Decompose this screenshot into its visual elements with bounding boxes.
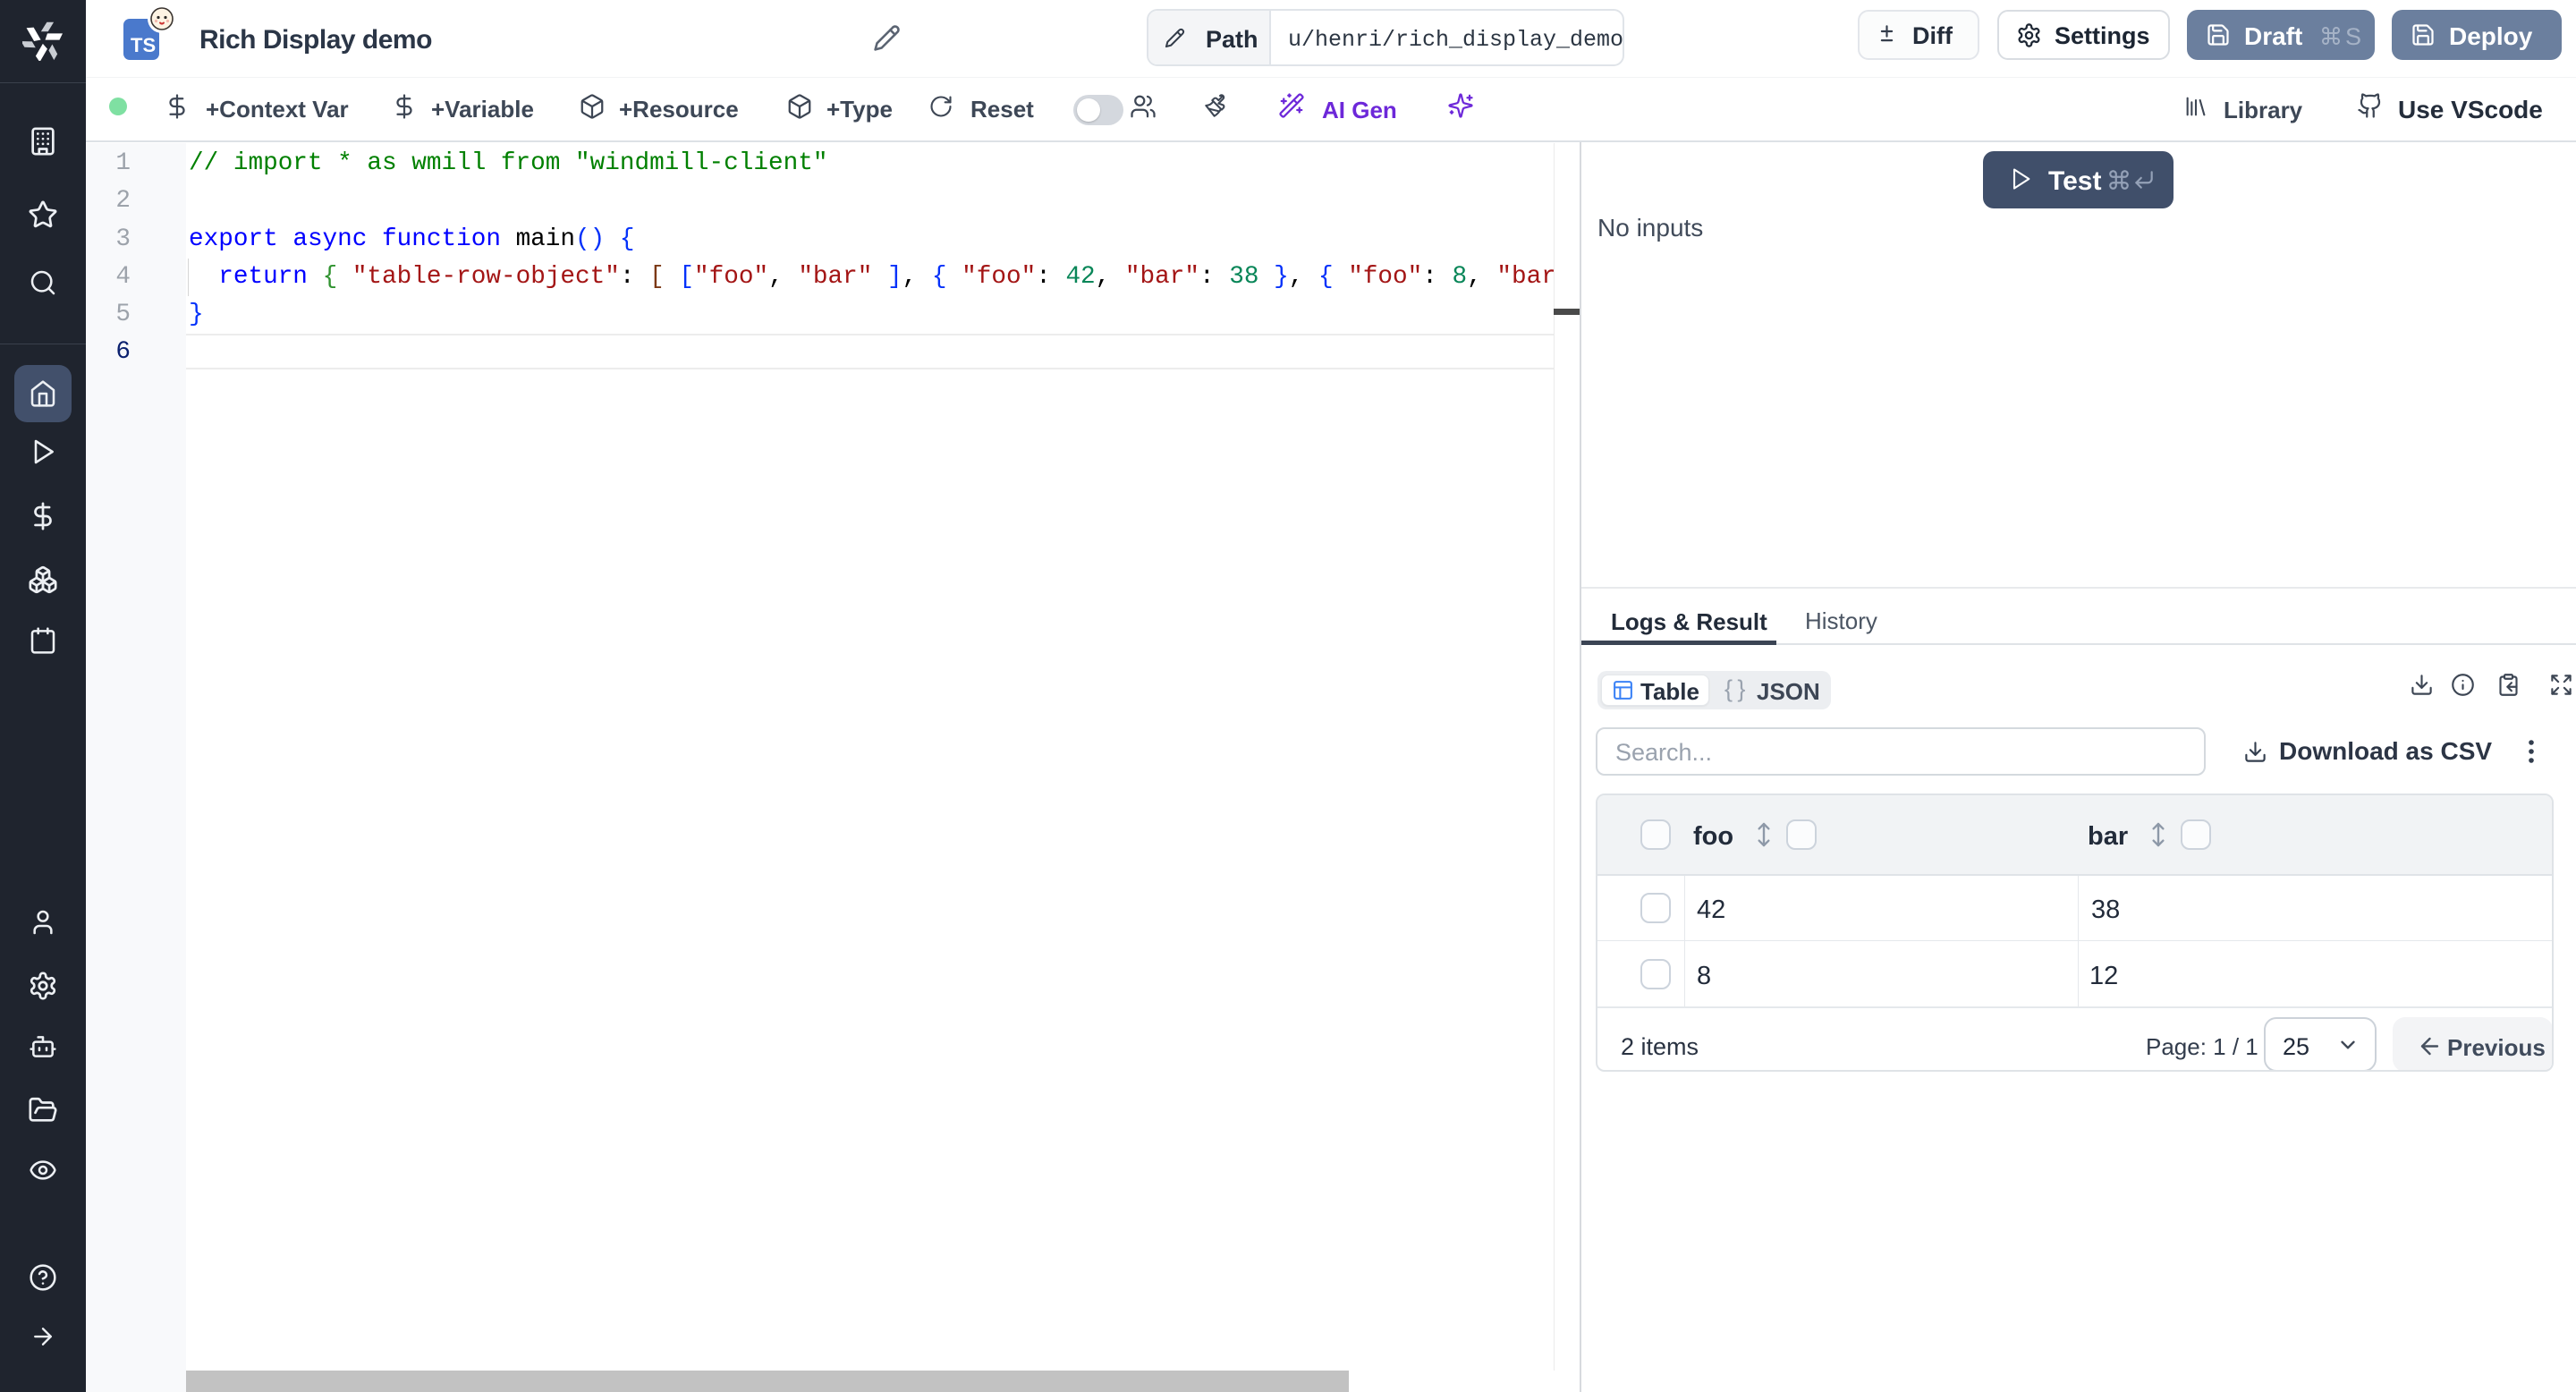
svg-text:TS: TS [131,34,156,56]
